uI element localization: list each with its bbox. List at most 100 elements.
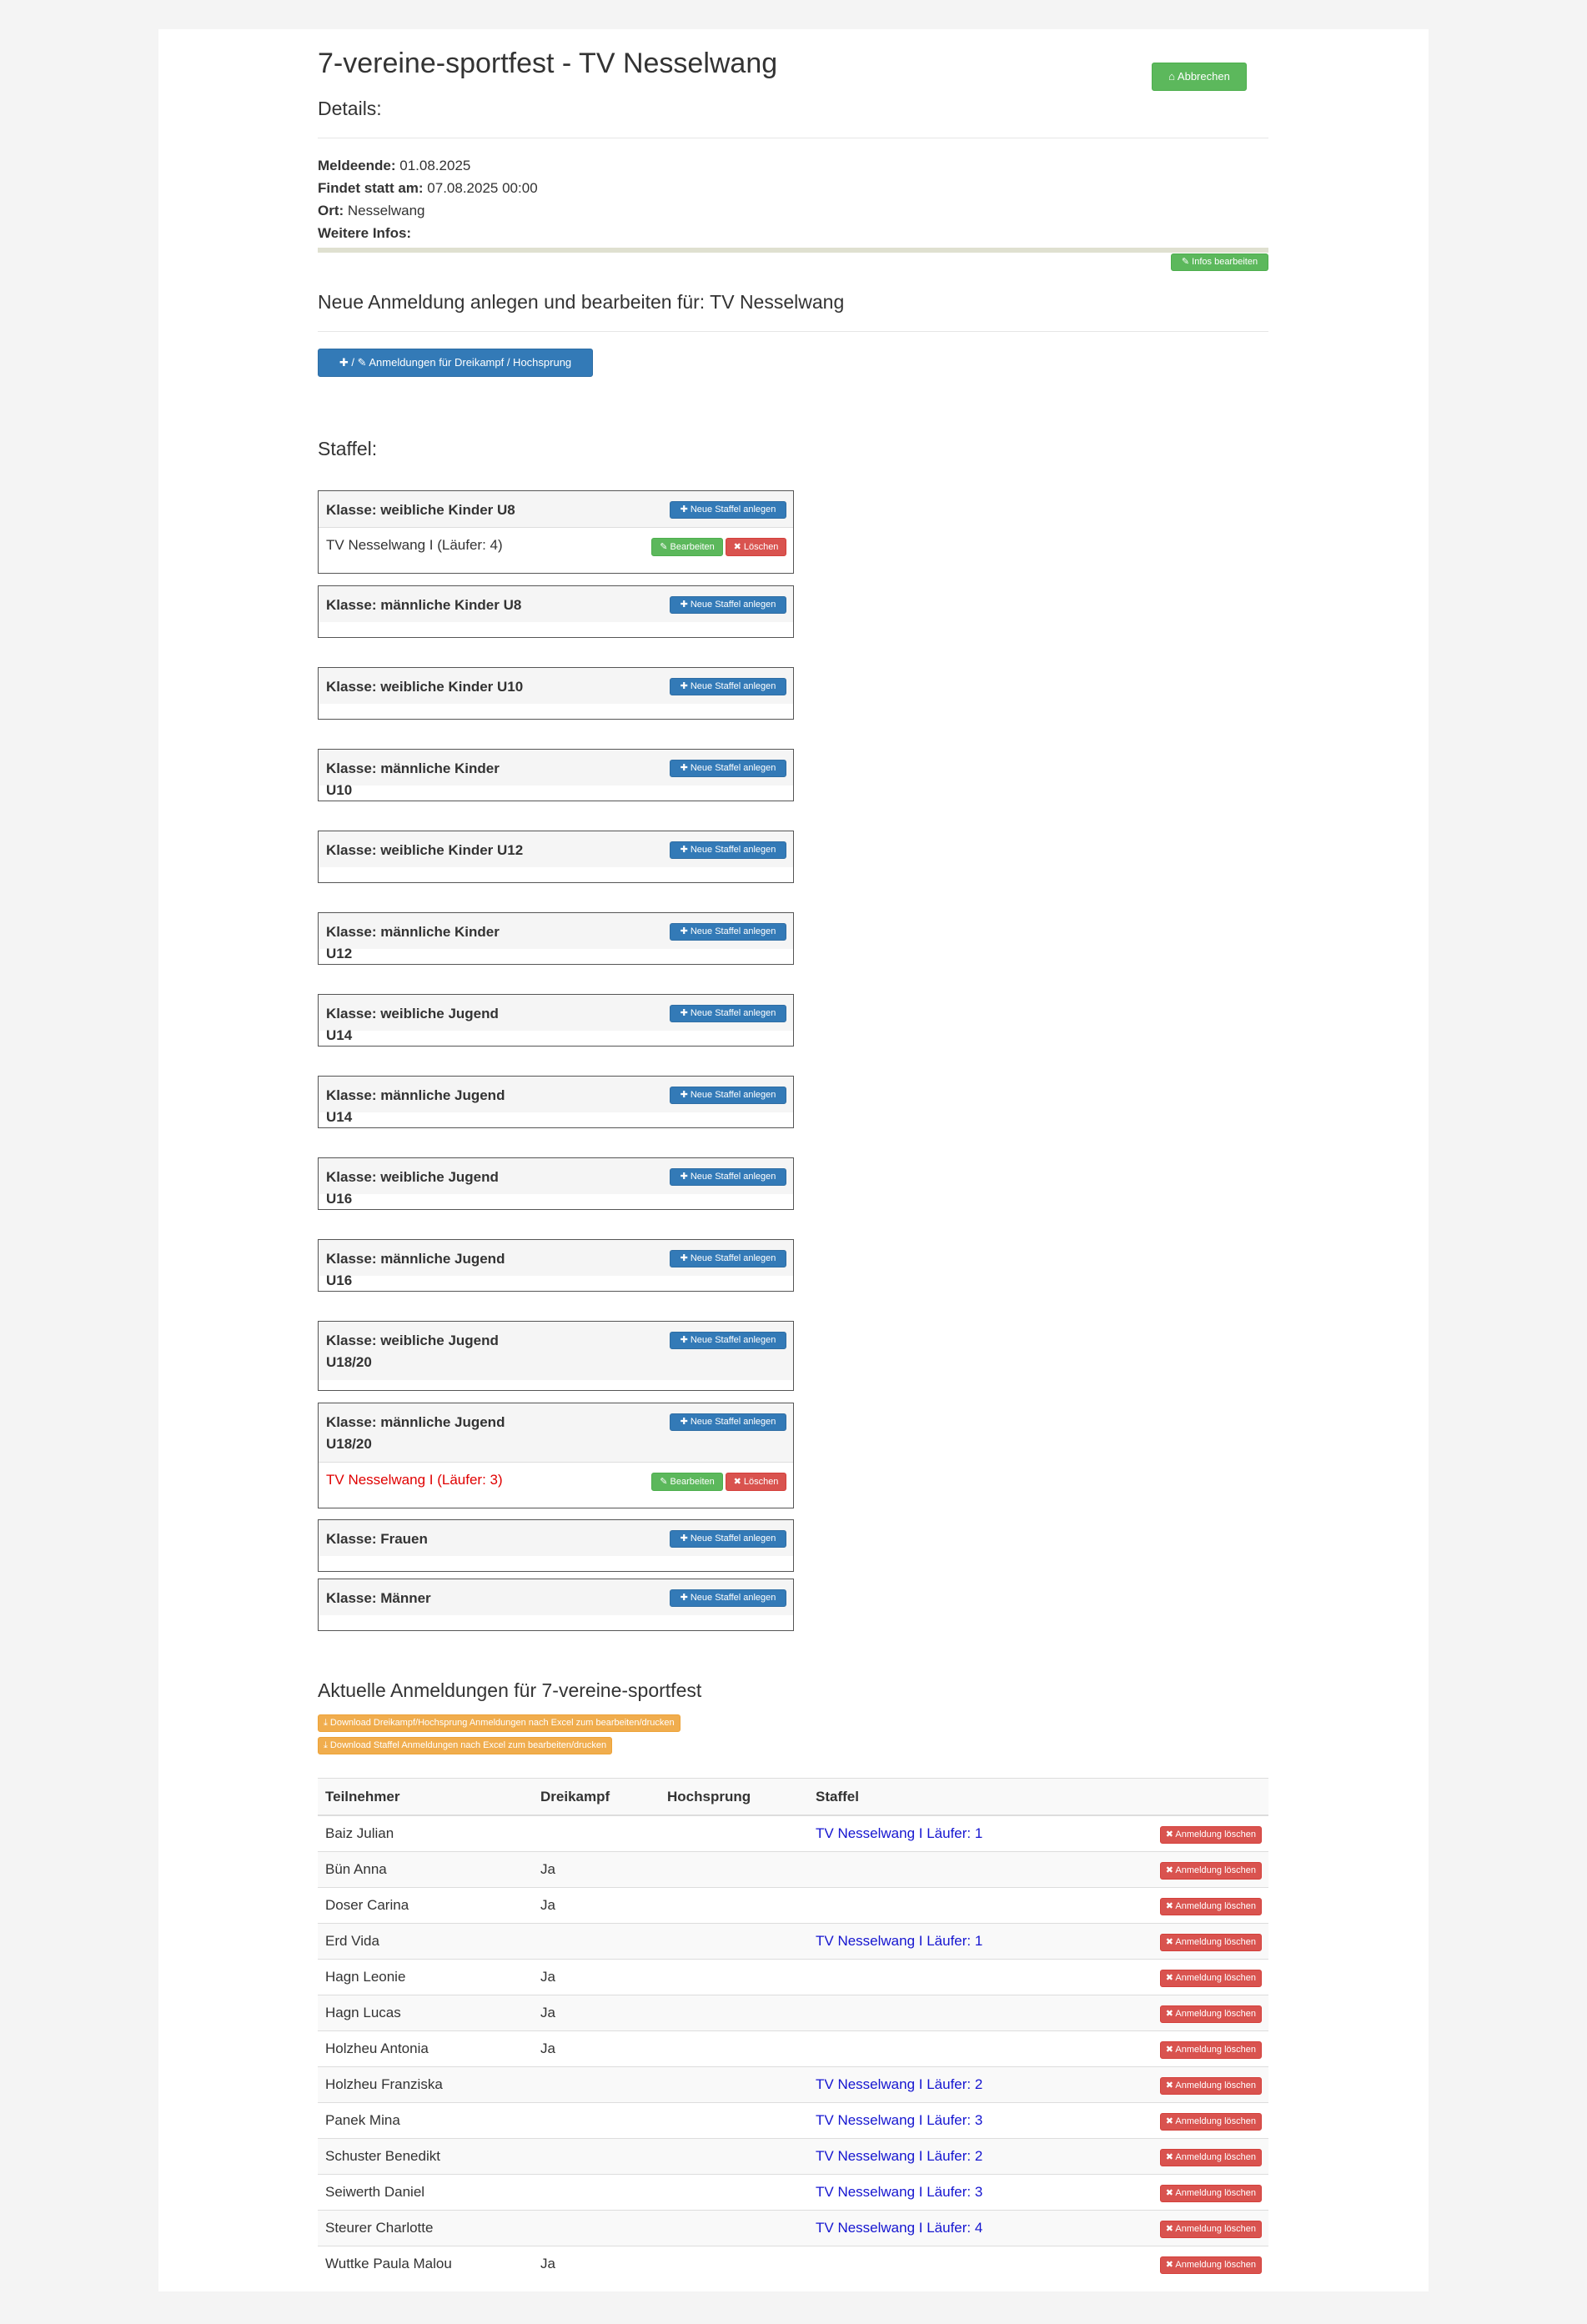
new-staffel-button[interactable]: ✚ Neue Staffel anlegen	[670, 1005, 786, 1022]
delete-registration-button[interactable]: ✖ Anmeldung löschen	[1159, 2148, 1262, 2166]
participant-name: Steurer Charlotte	[318, 2210, 533, 2246]
table-row: Holzheu Franziska TV Nesselwang I Läufer:…	[318, 2066, 1268, 2103]
action-cell: ✖ Anmeldung löschen	[1073, 1995, 1268, 2031]
staffel-cell: TV Nesselwang I Läufer: 1	[808, 1923, 1073, 1960]
dreikampf-cell	[533, 2210, 660, 2246]
new-staffel-button[interactable]: ✚ Neue Staffel anlegen	[670, 1589, 786, 1607]
staffel-class-label: Klasse: weibliche Kinder U8	[326, 502, 515, 518]
create-registration-button[interactable]: ✚ / ✎ Anmeldungen für Dreikampf / Hochsp…	[318, 349, 593, 377]
hochsprung-cell	[660, 2066, 808, 2103]
delete-registration-button[interactable]: ✖ Anmeldung löschen	[1159, 2040, 1262, 2059]
download-staffel-button[interactable]: ⤓ Download Staffel Anmeldungen nach Exce…	[318, 1737, 613, 1754]
staffel-class-header: Klasse: männliche Jugend U16 ✚ Neue Staff…	[319, 1240, 793, 1288]
staffel-class-header: Klasse: weibliche Jugend U18/20 ✚ Neue St…	[319, 1322, 793, 1380]
delete-registration-button[interactable]: ✖ Anmeldung löschen	[1159, 2220, 1262, 2238]
new-staffel-button[interactable]: ✚ Neue Staffel anlegen	[670, 923, 786, 941]
table-row: Baiz Julian TV Nesselwang I Läufer: 1 ✖ An…	[318, 1815, 1268, 1852]
staffel-class-header: Klasse: männliche Kinder U8 ✚ Neue Staffe…	[319, 586, 793, 622]
new-staffel-button[interactable]: ✚ Neue Staffel anlegen	[670, 1087, 786, 1104]
date-label: Findet statt am:	[318, 180, 424, 196]
delete-registration-button[interactable]: ✖ Anmeldung löschen	[1159, 2112, 1262, 2131]
new-staffel-button[interactable]: ✚ Neue Staffel anlegen	[670, 1250, 786, 1267]
panel-spacer	[319, 1615, 793, 1630]
edit-staffel-button[interactable]: ✎ Bearbeiten	[651, 538, 723, 556]
delete-registration-button[interactable]: ✖ Anmeldung löschen	[1159, 1933, 1262, 1951]
delete-registration-button[interactable]: ✖ Anmeldung löschen	[1159, 2005, 1262, 2023]
staffel-class-header: Klasse: männliche Kinder U12 ✚ Neue Staff…	[319, 913, 793, 961]
new-staffel-button[interactable]: ✚ Neue Staffel anlegen	[670, 678, 786, 695]
staffel-team-row: TV Nesselwang I (Läufer: 4) ✎ Bearbeiten ✖…	[319, 527, 793, 563]
delete-staffel-button[interactable]: ✖ Löschen	[726, 1473, 786, 1491]
delete-registration-button[interactable]: ✖ Anmeldung löschen	[1159, 1969, 1262, 1987]
staffel-cell: TV Nesselwang I Läufer: 3	[808, 2174, 1073, 2211]
delete-registration-button[interactable]: ✖ Anmeldung löschen	[1159, 1825, 1262, 1844]
table-row: Schuster Benedikt TV Nesselwang I Läufer:…	[318, 2138, 1268, 2175]
panel-spacer	[319, 1498, 793, 1508]
table-row: Seiwerth Daniel TV Nesselwang I Läufer: 3…	[318, 2174, 1268, 2211]
dreikampf-cell	[533, 2066, 660, 2103]
table-row: Bün Anna Ja ✖ Anmeldung löschen	[318, 1851, 1268, 1888]
staffel-class-header: Klasse: männliche Kinder U10 ✚ Neue Staff…	[319, 750, 793, 798]
action-cell: ✖ Anmeldung löschen	[1073, 2174, 1268, 2211]
delete-registration-button[interactable]: ✖ Anmeldung löschen	[1159, 2256, 1262, 2274]
delete-registration-button[interactable]: ✖ Anmeldung löschen	[1159, 2076, 1262, 2095]
new-staffel-button[interactable]: ✚ Neue Staffel anlegen	[670, 1530, 786, 1548]
page-container: 7-vereine-sportfest - TV Nesselwang ⌂ Ab…	[158, 29, 1429, 2291]
staffel-team-row: TV Nesselwang I (Läufer: 3) ✎ Bearbeiten ✖…	[319, 1462, 793, 1498]
new-staffel-button[interactable]: ✚ Neue Staffel anlegen	[670, 501, 786, 519]
action-cell: ✖ Anmeldung löschen	[1073, 2102, 1268, 2139]
hochsprung-cell	[660, 2246, 808, 2281]
hochsprung-cell	[660, 2102, 808, 2139]
hochsprung-cell	[660, 1815, 808, 1852]
hochsprung-cell	[660, 1959, 808, 1995]
participant-name: Hagn Lucas	[318, 1995, 533, 2031]
new-staffel-button[interactable]: ✚ Neue Staffel anlegen	[670, 1413, 786, 1431]
action-cell: ✖ Anmeldung löschen	[1073, 2066, 1268, 2103]
staffel-class-panel: Klasse: weibliche Kinder U10 ✚ Neue Staff…	[318, 667, 794, 720]
edit-infos-button[interactable]: ✎ Infos bearbeiten	[1171, 253, 1268, 271]
staffel-class-label: Klasse: männliche Kinder U12	[326, 924, 500, 961]
staffel-cell	[808, 1959, 1073, 1995]
staffel-class-label: Klasse: Männer	[326, 1590, 431, 1606]
staffel-class-label: Klasse: weibliche Jugend U14	[326, 1006, 499, 1043]
dreikampf-cell: Ja	[533, 1851, 660, 1888]
action-cell: ✖ Anmeldung löschen	[1073, 1923, 1268, 1960]
staffel-class-panel: Klasse: männliche Jugend U14 ✚ Neue Staff…	[318, 1076, 794, 1128]
place-line: Ort: Nesselwang	[318, 203, 425, 219]
download-dreikampf-button[interactable]: ⤓ Download Dreikampf/Hochsprung Anmeldun…	[318, 1714, 681, 1732]
staffel-class-label: Klasse: männliche Kinder U10	[326, 760, 500, 798]
participant-name: Seiwerth Daniel	[318, 2174, 533, 2211]
new-staffel-button[interactable]: ✚ Neue Staffel anlegen	[670, 1332, 786, 1349]
staffel-class-header: Klasse: weibliche Jugend U14 ✚ Neue Staff…	[319, 995, 793, 1043]
action-cell: ✖ Anmeldung löschen	[1073, 1887, 1268, 1924]
column-header	[1073, 1778, 1268, 1816]
new-staffel-button[interactable]: ✚ Neue Staffel anlegen	[670, 1168, 786, 1186]
table-row: Erd Vida TV Nesselwang I Läufer: 1 ✖ Anmel…	[318, 1923, 1268, 1960]
table-row: Holzheu Antonia Ja ✖ Anmeldung löschen	[318, 2030, 1268, 2067]
new-staffel-button[interactable]: ✚ Neue Staffel anlegen	[670, 760, 786, 777]
new-staffel-button[interactable]: ✚ Neue Staffel anlegen	[670, 841, 786, 859]
delete-staffel-button[interactable]: ✖ Löschen	[726, 538, 786, 556]
action-cell: ✖ Anmeldung löschen	[1073, 1851, 1268, 1888]
edit-staffel-button[interactable]: ✎ Bearbeiten	[651, 1473, 723, 1491]
place-label: Ort:	[318, 203, 344, 218]
action-cell: ✖ Anmeldung löschen	[1073, 1959, 1268, 1995]
new-staffel-button[interactable]: ✚ Neue Staffel anlegen	[670, 596, 786, 614]
delete-registration-button[interactable]: ✖ Anmeldung löschen	[1159, 1861, 1262, 1880]
table-row: Wuttke Paula Malou Ja ✖ Anmeldung löschen	[318, 2246, 1268, 2281]
staffel-class-label: Klasse: weibliche Kinder U10	[326, 679, 524, 695]
staffel-cell: TV Nesselwang I Läufer: 3	[808, 2102, 1073, 2139]
deadline-value: 01.08.2025	[399, 158, 471, 173]
dreikampf-cell: Ja	[533, 1959, 660, 1995]
delete-registration-button[interactable]: ✖ Anmeldung löschen	[1159, 1897, 1262, 1915]
dreikampf-cell	[533, 2174, 660, 2211]
dreikampf-cell: Ja	[533, 1995, 660, 2031]
hochsprung-cell	[660, 2210, 808, 2246]
staffel-class-header: Klasse: weibliche Kinder U10 ✚ Neue Staff…	[319, 668, 793, 704]
table-row: Panek Mina TV Nesselwang I Läufer: 3 ✖ Anm…	[318, 2102, 1268, 2139]
delete-registration-button[interactable]: ✖ Anmeldung löschen	[1159, 2184, 1262, 2202]
column-header: Teilnehmer	[318, 1778, 533, 1816]
abort-button[interactable]: ⌂ Abbrechen	[1152, 63, 1247, 91]
staffel-cell	[808, 1995, 1073, 2031]
current-heading: Aktuelle Anmeldungen für 7-vereine-sport…	[318, 1679, 702, 1701]
